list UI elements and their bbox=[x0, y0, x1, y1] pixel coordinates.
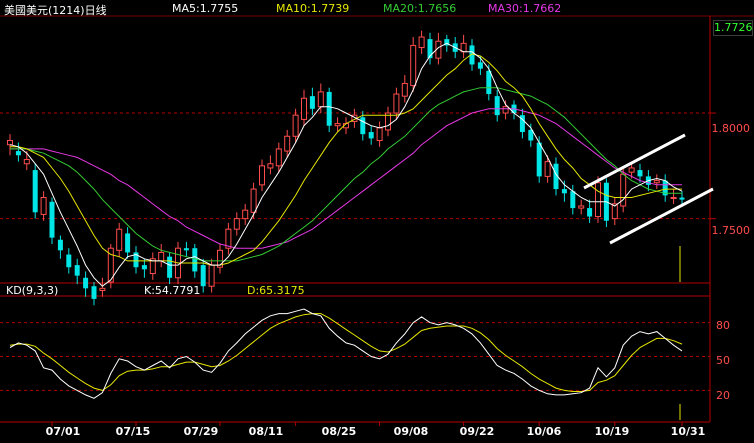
x-tick-label: 09/08 bbox=[393, 425, 429, 438]
candle-body-up bbox=[317, 91, 324, 108]
candle-body-up bbox=[628, 167, 635, 173]
candle-body-down bbox=[49, 201, 55, 238]
ma5-label: MA5:1.7755 bbox=[172, 2, 239, 15]
candle-body-up bbox=[250, 188, 257, 213]
current-price-box: 1.7726 bbox=[713, 20, 753, 36]
candle-body-up bbox=[242, 209, 249, 220]
x-tick-label: 07/15 bbox=[115, 425, 151, 438]
candle-body-up bbox=[7, 139, 13, 146]
candle-body-up bbox=[301, 97, 307, 120]
candle-body-up bbox=[401, 82, 408, 97]
candle-body-up bbox=[653, 180, 660, 184]
candle-body-up bbox=[578, 205, 585, 209]
kd-d-value: D:65.3175 bbox=[247, 284, 305, 297]
candle-body-up bbox=[544, 161, 551, 177]
candle-body-down bbox=[83, 277, 89, 289]
candle-body-up bbox=[116, 228, 123, 251]
candle-body-up bbox=[393, 93, 400, 114]
candle-body-down bbox=[74, 265, 80, 276]
candle-body-up bbox=[99, 287, 106, 291]
x-tick-label: 10/31 bbox=[670, 425, 706, 438]
candle-body-up bbox=[418, 36, 425, 49]
kd-tick-20: 20 bbox=[716, 389, 730, 402]
candle-body-down bbox=[32, 170, 38, 213]
chart-window: 美國美元(1214)日线 MA5:1.7755 MA10:1.7739 MA20… bbox=[0, 0, 754, 443]
candle-body-down bbox=[183, 248, 189, 251]
candle-body-up bbox=[158, 251, 165, 262]
price-tick-1750: 1.7500 bbox=[711, 224, 751, 237]
x-tick-label: 10/19 bbox=[594, 425, 630, 438]
candle-body-down bbox=[66, 254, 72, 268]
candle-body-down bbox=[427, 39, 433, 59]
candle-body-up bbox=[23, 159, 30, 165]
candle-body-up bbox=[259, 165, 265, 186]
candle-body-down bbox=[91, 286, 97, 299]
candle-body-down bbox=[326, 91, 332, 126]
candle-body-up bbox=[376, 127, 383, 141]
channel-upper-line bbox=[583, 133, 686, 190]
x-tick-label: 07/01 bbox=[45, 425, 81, 438]
candle-body-up bbox=[233, 218, 240, 230]
candle-body-down bbox=[368, 132, 374, 139]
candle-body-down bbox=[125, 233, 131, 253]
candle-body-up bbox=[410, 44, 417, 87]
candle-body-down bbox=[587, 208, 593, 217]
ma10-label: MA10:1.7739 bbox=[276, 2, 350, 15]
kd-k-value: K:54.7791 bbox=[144, 284, 201, 297]
candle-body-down bbox=[679, 197, 685, 200]
current-price: 1.7726 bbox=[714, 21, 753, 34]
candle-body-down bbox=[570, 191, 576, 209]
candle-body-up bbox=[502, 106, 509, 114]
x-tick-label: 09/22 bbox=[459, 425, 495, 438]
candle-body-down bbox=[561, 189, 567, 194]
candle-body-up bbox=[40, 197, 47, 215]
candle-body-up bbox=[334, 123, 341, 127]
candle-body-up bbox=[284, 135, 291, 152]
candle-body-down bbox=[200, 265, 206, 287]
candle-body-up bbox=[670, 197, 677, 200]
candle-body-down bbox=[536, 142, 542, 177]
candle-body-up bbox=[275, 148, 282, 167]
x-tick-label: 07/29 bbox=[183, 425, 219, 438]
x-tick-label: 08/11 bbox=[248, 425, 284, 438]
candle-body-down bbox=[57, 239, 63, 251]
ma30-label: MA30:1.7662 bbox=[488, 2, 562, 15]
x-tick-label: 08/25 bbox=[321, 425, 357, 438]
candle-body-up bbox=[267, 163, 274, 169]
candle-body-down bbox=[637, 170, 643, 177]
candle-body-up bbox=[595, 182, 601, 218]
chart-title: 美國美元(1214)日线 bbox=[4, 4, 107, 17]
candle-body-up bbox=[292, 114, 299, 137]
candle-body-down bbox=[477, 62, 483, 69]
candle-body-down bbox=[309, 96, 315, 109]
candle-body-down bbox=[192, 248, 198, 272]
ma10-line bbox=[10, 53, 682, 266]
candle-body-down bbox=[360, 117, 366, 135]
kd-tick-80: 80 bbox=[716, 319, 730, 332]
x-tick-label: 10/06 bbox=[526, 425, 562, 438]
kline-chart-svg bbox=[0, 15, 754, 426]
candle-body-up bbox=[208, 264, 215, 287]
ma20-label: MA20:1.7656 bbox=[383, 2, 457, 15]
candle-body-down bbox=[167, 256, 173, 278]
kd-d-line bbox=[9, 313, 683, 392]
candle-body-down bbox=[141, 265, 147, 270]
candle-body-down bbox=[15, 151, 21, 156]
kd-title: KD(9,3,3) bbox=[6, 284, 59, 297]
kd-tick-50: 50 bbox=[716, 354, 730, 367]
candle-body-down bbox=[494, 96, 500, 116]
candle-body-down bbox=[486, 70, 492, 95]
price-tick-1800: 1.8000 bbox=[711, 122, 751, 135]
